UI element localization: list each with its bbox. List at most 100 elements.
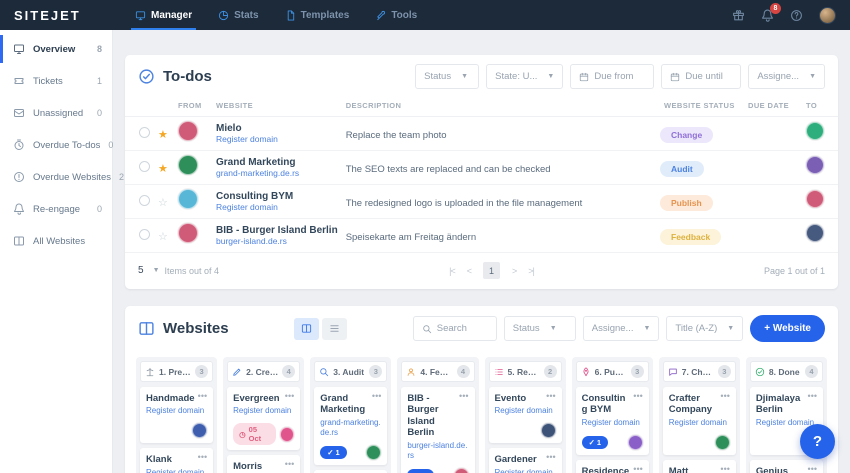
assignee-filter-dropdown[interactable]: Assigne...▼ — [748, 64, 825, 89]
card-menu-button[interactable]: ••• — [198, 454, 207, 465]
tab-stats[interactable]: Stats — [218, 0, 258, 30]
next-page-button[interactable]: > — [512, 266, 516, 276]
card-menu-button[interactable]: ••• — [633, 393, 642, 416]
from-avatar[interactable] — [178, 121, 198, 141]
website-card[interactable]: Handmade•••Register domain — [140, 387, 213, 443]
kanban-view-button[interactable] — [294, 318, 319, 340]
card-menu-button[interactable]: ••• — [198, 393, 207, 404]
website-card[interactable]: BIB - Burger Island Berlin•••burger-isla… — [401, 387, 474, 473]
website-card-link[interactable]: grand-marketing.de.rs — [320, 418, 381, 438]
todo-checkbox[interactable] — [139, 195, 150, 206]
kanban-column-header[interactable]: 1. Preparation3 — [140, 361, 213, 382]
website-card[interactable]: Consulting BYM•••Register domain✓1 — [576, 387, 649, 455]
website-card[interactable]: Genius Agency•••Register domain — [750, 460, 823, 473]
kanban-column-header[interactable]: 4. Feedback4 — [401, 361, 474, 382]
assignee-avatar[interactable] — [192, 423, 207, 438]
card-menu-button[interactable]: ••• — [720, 393, 729, 416]
card-menu-button[interactable]: ••• — [633, 466, 642, 473]
kanban-column-header[interactable]: 6. Publish3 — [576, 361, 649, 382]
card-menu-button[interactable]: ••• — [459, 393, 468, 439]
todo-checkbox[interactable] — [139, 161, 150, 172]
tab-templates[interactable]: Templates — [285, 0, 350, 30]
search-input[interactable]: Search — [413, 316, 497, 341]
first-page-button[interactable]: |< — [449, 266, 455, 276]
website-card-link[interactable]: Register domain — [233, 406, 294, 416]
tab-manager[interactable]: Manager — [135, 0, 192, 30]
sidebar-item-re-engage[interactable]: Re-engage0 — [0, 193, 112, 225]
to-avatar[interactable] — [806, 156, 824, 174]
to-avatar[interactable] — [806, 122, 824, 140]
website-card[interactable]: Evergreen•••Register domain◷05 Oct — [227, 387, 300, 450]
card-menu-button[interactable]: ••• — [546, 393, 555, 404]
assignee-avatar[interactable] — [366, 445, 381, 460]
kanban-column-header[interactable]: 5. Revision2 — [489, 361, 562, 382]
card-menu-button[interactable]: ••• — [285, 393, 294, 404]
star-icon[interactable]: ★ — [158, 163, 168, 175]
website-card-link[interactable]: Register domain — [669, 418, 730, 428]
website-link[interactable]: Register domain — [216, 202, 338, 212]
todo-count-badge[interactable]: ✓1 — [582, 436, 608, 449]
sidebar-item-overdue-todos[interactable]: Overdue To-dos0 — [0, 129, 112, 161]
star-icon[interactable]: ★ — [158, 129, 168, 141]
website-card-link[interactable]: burger-island.de.rs — [407, 441, 468, 461]
kanban-column-header[interactable]: 3. Audit3 — [314, 361, 387, 382]
kanban-column-header[interactable]: 7. Change3 — [663, 361, 736, 382]
assignee-filter-dropdown[interactable]: Assigne...▼ — [583, 316, 660, 341]
todo-count-badge[interactable]: ✓1 — [320, 446, 346, 459]
sidebar-item-overview[interactable]: Overview8 — [0, 33, 112, 65]
status-filter-dropdown[interactable]: Status▼ — [504, 316, 576, 341]
website-card[interactable]: Residence•••Register domain — [576, 460, 649, 473]
from-avatar[interactable] — [178, 155, 198, 175]
website-card[interactable]: Grand Marketing•••grand-marketing.de.rs✓… — [314, 387, 387, 465]
due-until-date-input[interactable]: Due until — [661, 64, 741, 89]
due-from-date-input[interactable]: Due from — [570, 64, 654, 89]
state-filter-dropdown[interactable]: State: U...▼ — [486, 64, 563, 89]
status-filter-dropdown[interactable]: Status▼ — [415, 64, 479, 89]
website-card-link[interactable]: Register domain — [582, 418, 643, 428]
star-icon[interactable]: ☆ — [158, 231, 168, 243]
website-card[interactable]: Morris•••Register domain — [227, 455, 300, 473]
to-avatar[interactable] — [806, 190, 824, 208]
todo-checkbox[interactable] — [139, 127, 150, 138]
gift-icon[interactable] — [732, 9, 745, 22]
card-menu-button[interactable]: ••• — [808, 393, 817, 416]
from-avatar[interactable] — [178, 223, 198, 243]
to-avatar[interactable] — [806, 224, 824, 242]
add-website-button[interactable]: + Website — [750, 315, 825, 342]
website-card[interactable]: Matt Furniture•••Register domain▦16 Oct — [663, 460, 736, 473]
website-card[interactable]: Evento•••Register domain — [489, 387, 562, 443]
website-card-link[interactable]: Register domain — [146, 468, 207, 473]
todo-checkbox[interactable] — [139, 229, 150, 240]
kanban-column-header[interactable]: 2. Creation4 — [227, 361, 300, 382]
last-page-button[interactable]: >| — [528, 266, 534, 276]
star-icon[interactable]: ☆ — [158, 197, 168, 209]
sort-dropdown[interactable]: Title (A-Z)▼ — [666, 316, 743, 341]
website-card-link[interactable]: Register domain — [495, 406, 556, 416]
card-menu-button[interactable]: ••• — [285, 461, 294, 472]
assignee-avatar[interactable] — [541, 423, 556, 438]
website-card-link[interactable]: Register domain — [495, 468, 556, 473]
website-link[interactable]: grand-marketing.de.rs — [216, 168, 338, 178]
website-link[interactable]: Register domain — [216, 134, 338, 144]
website-link[interactable]: burger-island.de.rs — [216, 236, 338, 246]
assignee-avatar[interactable] — [454, 468, 469, 473]
notifications-bell-icon[interactable]: 8 — [761, 9, 774, 22]
sidebar-item-overdue-websites[interactable]: Overdue Websites2 — [0, 161, 112, 193]
website-card[interactable]: Crafter Company•••Register domain — [663, 387, 736, 455]
website-card-link[interactable]: Register domain — [146, 406, 207, 416]
assignee-avatar[interactable] — [715, 435, 730, 450]
kanban-column-header[interactable]: 8. Done4 — [750, 361, 823, 382]
assignee-avatar[interactable] — [280, 427, 294, 442]
card-menu-button[interactable]: ••• — [720, 466, 729, 473]
help-icon[interactable] — [790, 9, 803, 22]
todo-count-badge[interactable]: ✓1 — [407, 469, 433, 473]
user-avatar[interactable] — [819, 7, 836, 24]
sidebar-item-all-websites[interactable]: All Websites — [0, 225, 112, 257]
per-page-select[interactable]: 5▼ — [138, 265, 160, 276]
prev-page-button[interactable]: < — [467, 266, 471, 276]
tab-tools[interactable]: Tools — [375, 0, 417, 30]
sidebar-item-unassigned[interactable]: Unassigned0 — [0, 97, 112, 129]
help-fab-button[interactable]: ? — [800, 424, 835, 459]
from-avatar[interactable] — [178, 189, 198, 209]
website-card[interactable]: Gardener•••Register domain — [489, 448, 562, 473]
